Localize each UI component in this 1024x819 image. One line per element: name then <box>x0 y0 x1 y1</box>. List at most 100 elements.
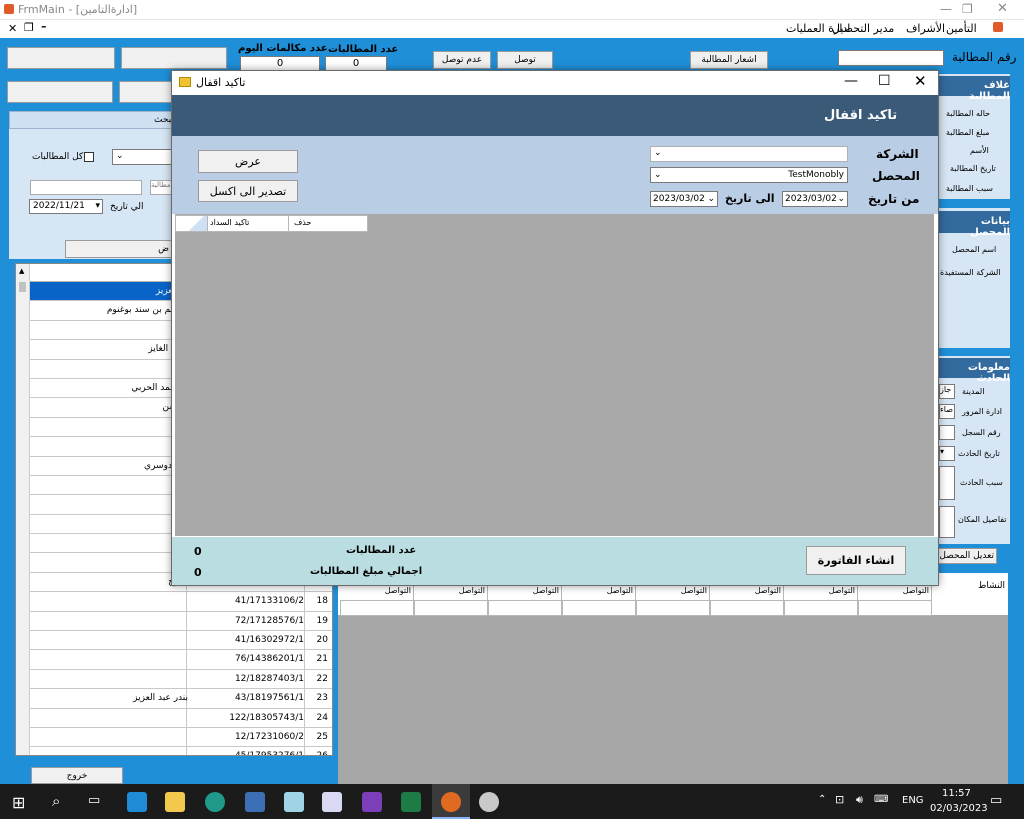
claim-amount-label: مبلغ المطالبة <box>946 128 990 137</box>
table-row[interactable]: 12/17231060/2 25 <box>30 727 332 748</box>
mdi-minimize-icon[interactable]: – <box>41 20 47 33</box>
grid-column-header[interactable]: التواصل <box>710 586 784 600</box>
exit-button[interactable]: خروج <box>31 767 123 784</box>
grid-cell[interactable] <box>710 600 784 616</box>
menu-operations[interactable]: ادارة العمليات <box>786 22 850 35</box>
app-book-icon[interactable] <box>284 792 304 812</box>
all-claims-checkbox[interactable] <box>84 152 94 162</box>
col-delete: حذف <box>294 218 312 227</box>
table-row[interactable]: 76/14386201/1 21 <box>30 650 332 670</box>
claim-number-input[interactable] <box>838 50 944 66</box>
grid-column-header[interactable]: التواصل <box>340 586 414 600</box>
dialog-maximize-icon[interactable]: ☐ <box>878 73 891 89</box>
from-date-field[interactable]: 2023/03/02 ⌄ <box>782 191 848 207</box>
record-no-field[interactable] <box>939 425 955 440</box>
paint-icon[interactable] <box>479 792 499 812</box>
close-icon[interactable]: ✕ <box>997 1 1008 16</box>
dialog-minimize-icon[interactable]: — <box>844 73 858 89</box>
search-show-button[interactable]: ض <box>65 240 172 258</box>
keyboard-icon[interactable]: ⌨ <box>874 794 888 805</box>
notifications-icon[interactable]: ▭ <box>990 793 1002 808</box>
top-button-4[interactable] <box>119 81 173 103</box>
menu-supervision[interactable]: الأشراف <box>906 22 945 35</box>
search-combo[interactable]: ⌄ <box>112 149 172 165</box>
grid-cell[interactable] <box>784 600 858 616</box>
notepad-icon[interactable] <box>322 792 342 812</box>
create-invoice-button[interactable]: انشاء الفاتورة <box>806 546 906 575</box>
grid-cell[interactable] <box>340 600 414 616</box>
chevron-up-icon[interactable]: ⌃ <box>818 794 826 805</box>
grid-cell[interactable] <box>636 600 710 616</box>
file-explorer-icon[interactable] <box>165 792 185 812</box>
traffic-field[interactable]: صاء <box>939 404 955 419</box>
reach-button[interactable]: توصل <box>497 51 553 69</box>
ie-icon[interactable] <box>127 792 147 812</box>
grid-column-header[interactable]: التواصل <box>784 586 858 600</box>
volume-icon[interactable]: 🔊︎ <box>856 793 863 807</box>
claim-filter-input[interactable]: مطالبة <box>150 180 172 195</box>
clock-time[interactable]: 11:57 <box>942 788 971 799</box>
top-button-2[interactable] <box>121 47 227 69</box>
grid-column-label: التواصل <box>902 586 929 595</box>
scroll-thumb[interactable] <box>19 282 26 292</box>
scroll-up-icon[interactable]: ▲ <box>19 267 24 275</box>
export-excel-button[interactable]: تصدير الى اكسل <box>198 180 298 202</box>
table-row[interactable]: 41/17133106/2 18 <box>30 592 332 612</box>
cell-divider <box>186 727 187 747</box>
task-view-icon[interactable]: ▭ <box>88 793 100 808</box>
table-row[interactable]: بندر عبد العزيز 43/18197561/1 23 <box>30 689 332 709</box>
top-button-3[interactable] <box>7 81 113 103</box>
company-combo[interactable]: ⌄ <box>650 146 848 162</box>
collector-name-label: اسم المحصل <box>952 245 997 254</box>
show-button[interactable]: عرض <box>198 150 298 173</box>
search-icon[interactable]: ⌕ <box>52 792 60 810</box>
app-tool-icon[interactable] <box>245 792 265 812</box>
network-icon[interactable]: ⊡ <box>835 793 844 806</box>
table-row[interactable]: 41/16302972/1 20 <box>30 631 332 651</box>
place-details-field[interactable] <box>939 506 955 538</box>
to-date-field[interactable]: 2023/03/02 ⌄ <box>650 191 718 207</box>
table-row[interactable]: 72/17128576/1 19 <box>30 611 332 632</box>
active-app-icon[interactable] <box>441 792 461 812</box>
grid-cell[interactable] <box>488 600 562 616</box>
incident-date-field[interactable]: ▾ <box>939 446 955 461</box>
edge-icon[interactable] <box>205 792 225 812</box>
to-date-picker[interactable]: 2022/11/21 ▾ <box>29 199 103 214</box>
minimize-icon[interactable]: — <box>940 2 952 16</box>
chevron-down-icon[interactable]: ⌄ <box>707 192 715 206</box>
top-button-1[interactable] <box>7 47 115 69</box>
table-row[interactable]: 12/18287403/1 22 <box>30 669 332 690</box>
excel-icon[interactable] <box>401 792 421 812</box>
visual-studio-icon[interactable] <box>362 792 382 812</box>
mdi-close-icon[interactable]: ✕ <box>8 22 17 35</box>
menu-insurance[interactable]: التأمين <box>946 22 977 35</box>
grid-column-header[interactable]: التواصل <box>414 586 488 600</box>
scrollbar[interactable]: ▲ <box>16 264 30 755</box>
language-indicator[interactable]: ENG <box>902 795 924 806</box>
grid-column-header[interactable]: التواصل <box>858 586 932 600</box>
select-all-cell[interactable] <box>176 216 208 231</box>
chevron-down-icon[interactable]: ⌄ <box>651 170 662 180</box>
grid-cell[interactable] <box>414 600 488 616</box>
table-row[interactable]: 122/18305743/1 24 <box>30 708 332 728</box>
table-row[interactable]: 45/17953276/1 26 <box>30 747 332 755</box>
no-reach-button[interactable]: عدم توصل <box>433 51 491 69</box>
city-field[interactable]: جاز <box>939 384 955 399</box>
windows-start-icon[interactable]: ⊞ <box>12 793 25 812</box>
restore-icon[interactable]: ❐ <box>962 2 973 16</box>
dialog-close-icon[interactable]: ✕ <box>914 72 927 90</box>
collector-combo[interactable]: ⌄ TestMonobly <box>650 167 848 183</box>
notify-claim-button[interactable]: اشعار المطالبة <box>690 51 768 69</box>
mdi-restore-icon[interactable]: ❐ <box>24 21 34 34</box>
incident-reason-field[interactable] <box>939 466 955 500</box>
grid-cell[interactable] <box>562 600 636 616</box>
grid-column-header[interactable]: التواصل <box>488 586 562 600</box>
claim-status-label: حاله المطالبة <box>946 109 991 118</box>
grid-cell[interactable] <box>858 600 932 616</box>
chevron-down-icon[interactable]: ⌄ <box>837 192 845 206</box>
clock-date[interactable]: 02/03/2023 <box>930 803 988 814</box>
grid-column-header[interactable]: التواصل <box>636 586 710 600</box>
grid-column-header[interactable]: التواصل <box>562 586 636 600</box>
search-text-input[interactable] <box>30 180 142 195</box>
dropdown-arrow-icon[interactable]: ▾ <box>95 200 100 213</box>
